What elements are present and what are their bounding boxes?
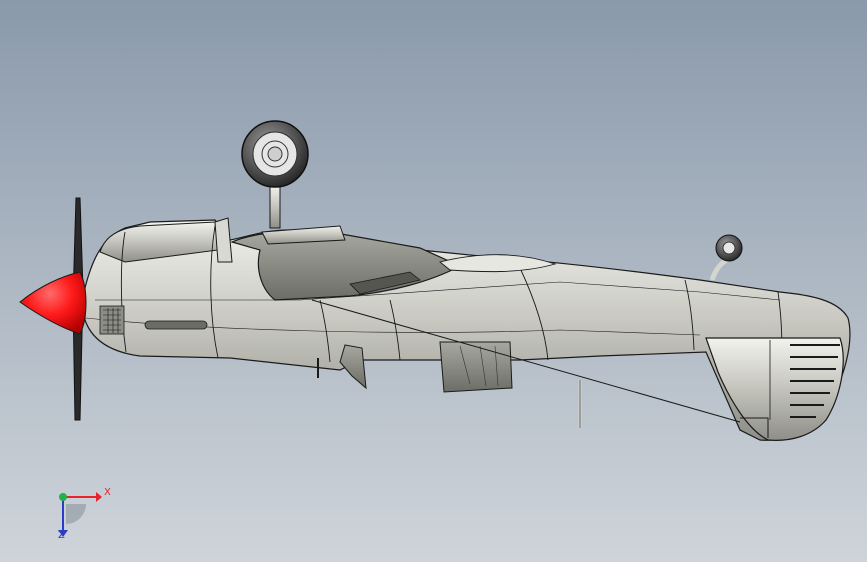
graphics-viewport[interactable]: X Z bbox=[0, 0, 867, 562]
landing-wheel[interactable] bbox=[241, 120, 309, 229]
propeller-spinner[interactable] bbox=[19, 271, 87, 335]
y-axis-dot-icon bbox=[59, 493, 67, 501]
tail-wheel[interactable] bbox=[709, 234, 743, 281]
tail-fin[interactable] bbox=[705, 337, 844, 441]
z-axis-label: Z bbox=[58, 530, 65, 541]
x-axis-arrow-icon bbox=[96, 492, 102, 502]
x-axis-label: X bbox=[104, 487, 111, 498]
aircraft-model[interactable] bbox=[0, 0, 867, 562]
